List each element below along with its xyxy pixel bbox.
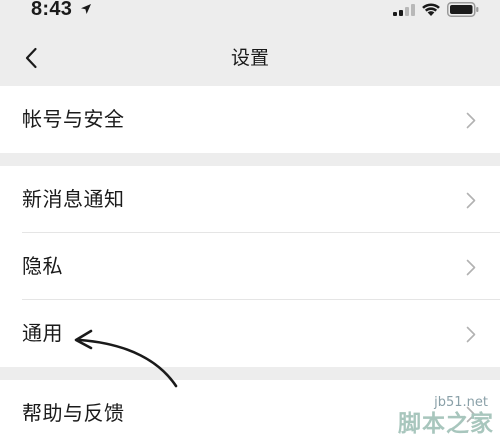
settings-item-account-security[interactable]: 帐号与安全 [0, 86, 500, 153]
watermark-name: 脚本之家 [398, 411, 494, 437]
watermark-url: jb51.net [434, 395, 488, 410]
annotation-arrow [74, 329, 178, 388]
chevron-right-icon [466, 192, 476, 209]
settings-item-label: 帐号与安全 [22, 107, 125, 131]
settings-item-label: 新消息通知 [22, 187, 125, 211]
chevron-right-icon [466, 259, 476, 276]
settings-item-label: 隐私 [22, 254, 63, 278]
settings-item-new-message-notifications[interactable]: 新消息通知 [0, 166, 500, 233]
settings-item-privacy[interactable]: 隐私 [0, 233, 500, 300]
chevron-right-icon [466, 326, 476, 343]
page-title: 设置 [230, 47, 269, 69]
watermark: jb51.net 脚本之家 [344, 395, 494, 443]
status-time: 8:43 [31, 0, 73, 20]
settings-group-account: 帐号与安全 [0, 86, 500, 153]
battery-icon [447, 2, 479, 17]
location-arrow-icon [81, 4, 91, 14]
navigation-bar: 设置 [0, 20, 500, 86]
signal-icon [393, 4, 415, 16]
wifi-icon [422, 3, 440, 16]
status-bar: 8:43 [0, 0, 500, 20]
chevron-right-icon [466, 112, 476, 129]
settings-item-label: 通用 [22, 321, 63, 345]
